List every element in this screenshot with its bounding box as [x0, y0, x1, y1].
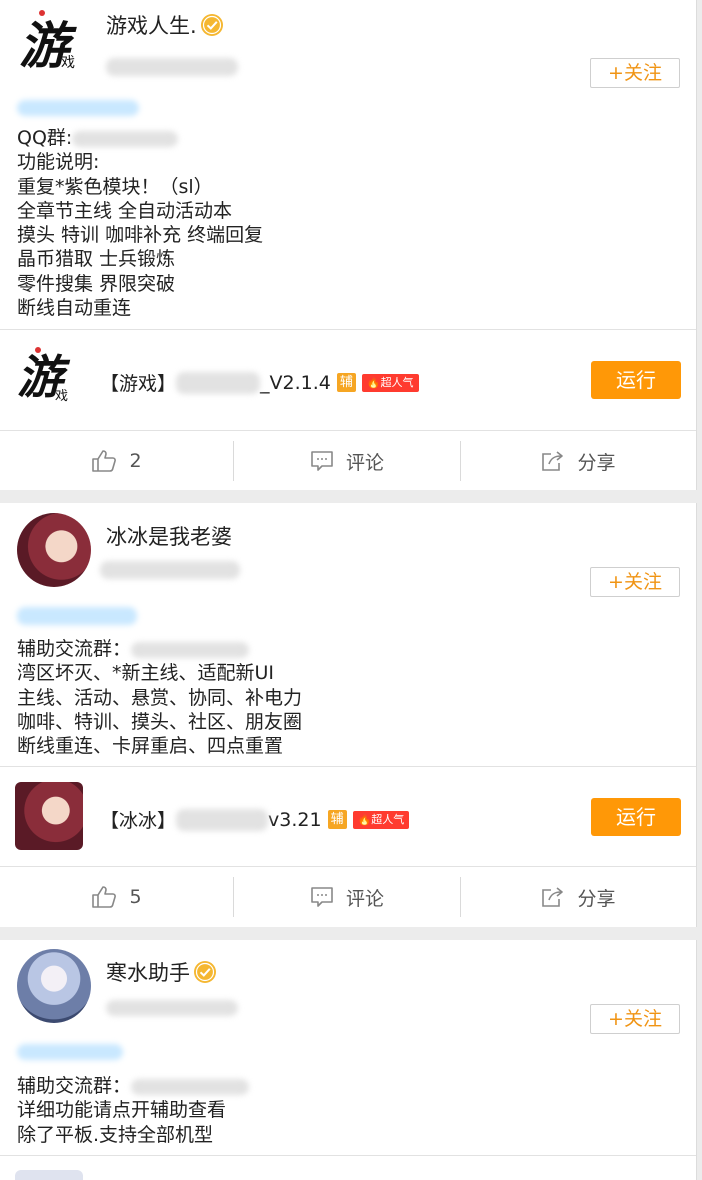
divider [0, 1155, 696, 1156]
logo-sub-glyph: 戏 [55, 389, 69, 404]
body-line: 辅助交流群： [17, 1074, 250, 1098]
author-name[interactable]: 游戏人生. [106, 10, 224, 40]
body-line: 详细功能请点开辅助查看 [17, 1099, 227, 1122]
body-line: 除了平板.支持全部机型 [17, 1123, 214, 1146]
body-line: 湾区坏灭、*新主线、适配新UI [17, 662, 275, 685]
avatar-hair [17, 513, 91, 587]
share-button[interactable]: 分享 [461, 431, 696, 491]
thumbs-up-icon [92, 886, 117, 908]
body-line: 摸头 特训 咖啡补充 终端回复 [17, 224, 264, 247]
share-button[interactable]: 分享 [461, 867, 696, 927]
divider [0, 766, 696, 767]
thumbs-up-icon [92, 450, 117, 472]
redacted-link [17, 607, 137, 625]
share-icon [542, 451, 564, 471]
comment-icon [311, 887, 333, 907]
hot-badge: 🔥超人气 [352, 810, 410, 829]
fire-icon: 🔥 [366, 375, 381, 389]
next-app-icon-partial [15, 1170, 83, 1180]
post-body: 辅助交流群： 详细功能请点开辅助查看 除了平板.支持全部机型 [17, 1074, 250, 1147]
follow-button[interactable]: +关注 [590, 567, 680, 597]
follow-button[interactable]: +关注 [590, 58, 680, 88]
app-title[interactable]: 【冰冰】 v3.21 辅 🔥超人气 [100, 806, 410, 833]
action-bar: 5 评论 分享 [0, 867, 696, 927]
share-label: 分享 [577, 451, 616, 474]
body-line: QQ群: [17, 126, 263, 150]
like-button[interactable]: 5 [0, 867, 233, 927]
post-body: QQ群: 功能说明: 重复*紫色模块！（sl） 全章节主线 全自动活动本 摸头 … [17, 126, 263, 320]
fire-icon: 🔥 [357, 812, 372, 826]
redacted-text [131, 641, 250, 658]
run-button[interactable]: 运行 [591, 361, 681, 399]
post-card: 冰冰是我老婆 +关注 辅助交流群： 湾区坏灭、*新主线、适配新UI 主线、活动、… [0, 503, 697, 927]
comment-label: 评论 [345, 451, 384, 474]
hot-badge: 🔥超人气 [361, 373, 419, 392]
body-line: 辅助交流群： [17, 637, 302, 661]
logo-red-mark [39, 10, 45, 16]
redacted-meta [106, 1000, 238, 1016]
body-line: 晶币猎取 士兵锻炼 [17, 248, 176, 271]
like-count: 5 [129, 886, 142, 908]
divider [0, 329, 696, 330]
body-line: 断线重连、卡屏重启、四点重置 [17, 735, 284, 758]
body-line: 功能说明: [17, 151, 100, 174]
follow-button[interactable]: +关注 [590, 1004, 680, 1034]
share-icon [542, 887, 564, 907]
run-button[interactable]: 运行 [591, 798, 681, 836]
author-name[interactable]: 寒水助手 [106, 957, 217, 987]
like-button[interactable]: 2 [0, 431, 233, 491]
body-line: 重复*紫色模块！（sl） [17, 175, 213, 198]
redacted-text [72, 130, 179, 147]
redacted-app-name [176, 371, 261, 394]
body-line: 全章节主线 全自动活动本 [17, 199, 233, 222]
post-card: 游 戏 游戏人生. +关注 QQ群: 功能说明: 重复*紫色模块！（sl） 全章… [0, 0, 697, 490]
logo-sub-glyph: 戏 [61, 55, 75, 71]
post-body: 辅助交流群： 湾区坏灭、*新主线、适配新UI 主线、活动、悬赏、协同、补电力 咖… [17, 637, 302, 758]
avatar[interactable] [17, 949, 91, 1023]
avatar[interactable]: 游 戏 [17, 6, 91, 80]
redacted-app-name [176, 808, 269, 831]
logo-red-mark [35, 347, 41, 353]
fu-badge: 辅 [327, 810, 347, 829]
share-label: 分享 [577, 887, 616, 910]
fu-badge: 辅 [336, 373, 356, 392]
comment-icon [311, 451, 333, 471]
author-name[interactable]: 冰冰是我老婆 [106, 521, 232, 551]
verified-icon [200, 14, 223, 36]
app-icon[interactable]: 游 戏 [15, 343, 83, 411]
body-line: 断线自动重连 [17, 297, 132, 320]
comment-label: 评论 [345, 887, 384, 910]
body-line: 零件搜集 界限突破 [17, 272, 176, 295]
redacted-link [17, 1044, 123, 1060]
redacted-meta [106, 58, 238, 76]
comment-button[interactable]: 评论 [234, 431, 460, 491]
avatar[interactable] [17, 513, 91, 587]
comment-button[interactable]: 评论 [234, 867, 460, 927]
body-line: 咖啡、特训、摸头、社区、朋友圈 [17, 710, 303, 733]
app-title[interactable]: 【游戏】 _V2.1.4 辅 🔥超人气 [100, 369, 419, 396]
redacted-text [131, 1078, 250, 1095]
verified-icon [194, 961, 216, 983]
app-icon[interactable] [15, 782, 83, 850]
body-line: 主线、活动、悬赏、协同、补电力 [17, 686, 303, 709]
like-count: 2 [129, 450, 142, 472]
post-card: 寒水助手 +关注 辅助交流群： 详细功能请点开辅助查看 除了平板.支持全部机型 [0, 940, 697, 1180]
action-bar: 2 评论 分享 [0, 431, 696, 491]
redacted-link [17, 100, 139, 116]
redacted-meta [100, 561, 240, 579]
